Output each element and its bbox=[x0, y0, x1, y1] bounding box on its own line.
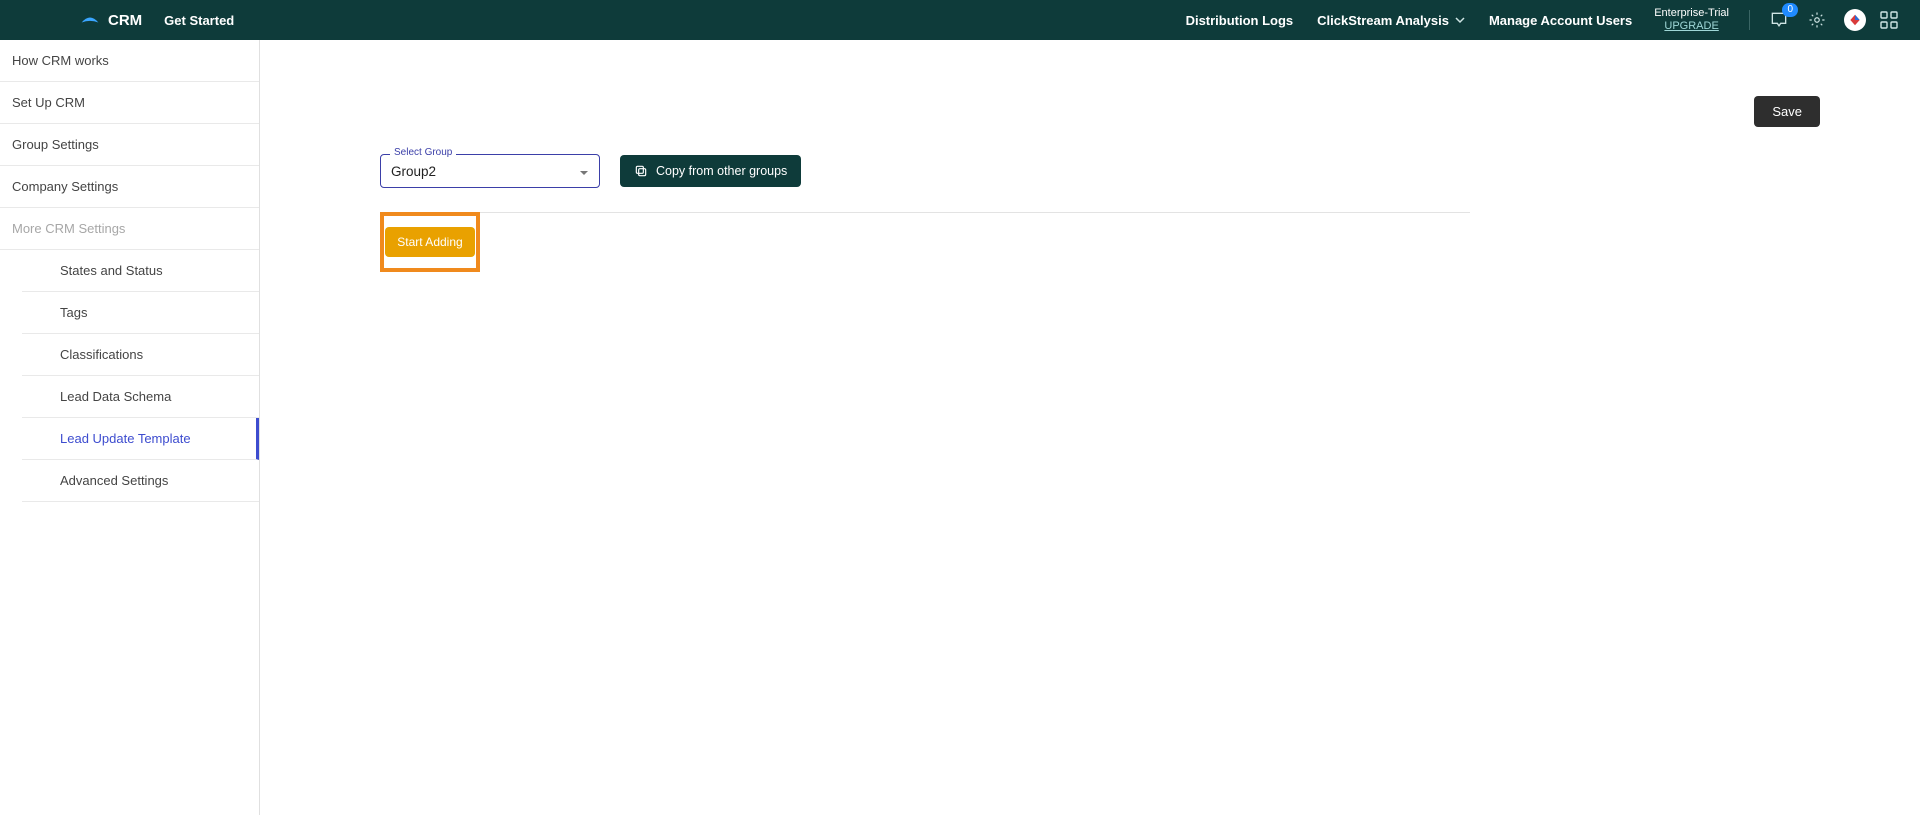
brand-logo-icon bbox=[80, 14, 100, 26]
sidebar-subitem-lead-update-template[interactable]: Lead Update Template bbox=[22, 418, 259, 460]
brand-text: CRM bbox=[108, 12, 142, 29]
user-avatar[interactable] bbox=[1844, 9, 1866, 31]
nav-clickstream-analysis[interactable]: ClickStream Analysis bbox=[1317, 13, 1465, 28]
copy-from-other-groups-button[interactable]: Copy from other groups bbox=[620, 155, 801, 187]
sidebar-subitem-tags[interactable]: Tags bbox=[22, 292, 259, 334]
inbox-badge: 0 bbox=[1782, 3, 1798, 17]
gear-icon bbox=[1808, 11, 1826, 29]
copy-button-label: Copy from other groups bbox=[656, 164, 787, 178]
sidebar-item-set-up-crm[interactable]: Set Up CRM bbox=[0, 82, 259, 124]
app-header: CRM Get Started Distribution Logs ClickS… bbox=[0, 0, 1920, 40]
sidebar: How CRM works Set Up CRM Group Settings … bbox=[0, 40, 260, 815]
select-group-dropdown[interactable]: Group2 bbox=[380, 154, 600, 188]
separator bbox=[1749, 10, 1750, 30]
brand[interactable]: CRM bbox=[80, 12, 142, 29]
sidebar-subitem-classifications[interactable]: Classifications bbox=[22, 334, 259, 376]
nav-manage-users[interactable]: Manage Account Users bbox=[1489, 13, 1632, 28]
sidebar-item-company-settings[interactable]: Company Settings bbox=[0, 166, 259, 208]
nav-distribution-logs[interactable]: Distribution Logs bbox=[1186, 13, 1294, 28]
nav-get-started[interactable]: Get Started bbox=[164, 13, 234, 28]
start-adding-highlight: Start Adding bbox=[380, 212, 480, 272]
inbox-button[interactable]: 0 bbox=[1768, 9, 1790, 31]
apps-button[interactable] bbox=[1880, 11, 1898, 29]
sidebar-subitem-lead-data-schema[interactable]: Lead Data Schema bbox=[22, 376, 259, 418]
sidebar-item-how-crm-works[interactable]: How CRM works bbox=[0, 40, 259, 82]
divider bbox=[380, 212, 1470, 213]
sidebar-subitem-states-status[interactable]: States and Status bbox=[22, 250, 259, 292]
trial-info: Enterprise-Trial UPGRADE bbox=[1654, 7, 1729, 33]
chevron-down-icon bbox=[579, 164, 589, 179]
upgrade-link[interactable]: UPGRADE bbox=[1654, 20, 1729, 33]
chevron-down-icon bbox=[1455, 15, 1465, 25]
trial-plan: Enterprise-Trial bbox=[1654, 7, 1729, 20]
sidebar-item-group-settings[interactable]: Group Settings bbox=[0, 124, 259, 166]
select-group-value: Group2 bbox=[391, 164, 436, 179]
apps-grid-icon bbox=[1880, 11, 1898, 29]
save-button[interactable]: Save bbox=[1754, 96, 1820, 127]
nav-clickstream-label: ClickStream Analysis bbox=[1317, 13, 1449, 28]
select-group-label: Select Group bbox=[390, 147, 456, 158]
main-content: Save Select Group Group2 Copy from other… bbox=[260, 40, 1920, 815]
select-group-field[interactable]: Select Group Group2 bbox=[380, 154, 600, 188]
copy-icon bbox=[634, 164, 648, 178]
sidebar-section-more-settings: More CRM Settings bbox=[0, 208, 259, 250]
settings-button[interactable] bbox=[1806, 9, 1828, 31]
start-adding-button[interactable]: Start Adding bbox=[385, 227, 474, 257]
sidebar-subitem-advanced-settings[interactable]: Advanced Settings bbox=[22, 460, 259, 502]
